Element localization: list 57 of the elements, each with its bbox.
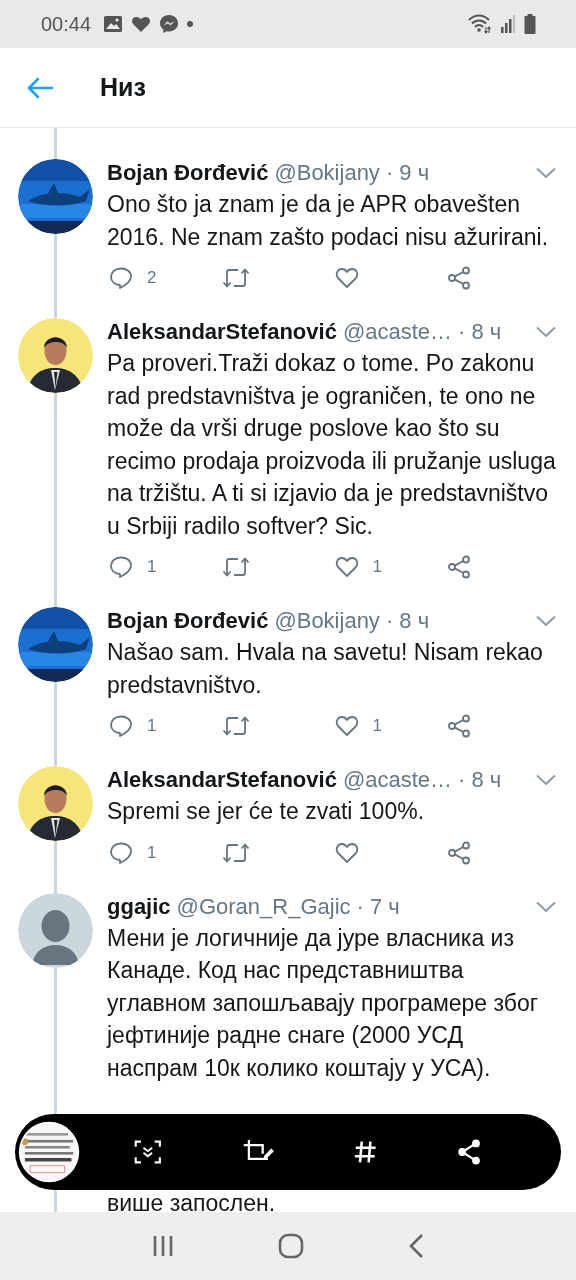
status-time: 00:44 [41,12,92,36]
messenger-icon [159,14,180,34]
author-handle: @Goran_R_Gajic [176,893,351,920]
author-name[interactable]: AleksandarStefanović [107,767,337,793]
tweet-text: Pa proveri.Traži dokaz o tome. Po zakonu rad predstavništva je ograničen, te ono ne može da vrši druge poslove kao što su recimo prodaja proizvoda ili pružanje usluga na tržištu. A ti si izjavio da je predstavništvo u Srbiji radilo softver? Sic. [107,349,557,541]
reply-count: 1 [147,716,157,736]
author-handle: @acaste… [342,319,453,345]
reply-icon[interactable] [109,266,133,290]
tweet-time: · 9 ч [385,160,430,186]
tweet-text: више запослен. [107,1193,277,1212]
author-name[interactable]: Bojan Đorđević [107,160,269,186]
like-count: 1 [372,557,382,577]
author-handle: @acaste… [342,767,453,793]
tweet-text: Мени је логичније да јуре власника из Канаде. Код нас представништва углавном запошљавају програмере због јефтиније радне снаге (2000 УСД наспрам 10к колико коштају у УСА). [107,923,540,1083]
like-icon[interactable] [334,841,359,864]
scroll-capture-icon[interactable] [134,1138,162,1166]
reply-count: 1 [147,557,157,577]
reply-icon[interactable] [109,714,133,738]
notification-dot-icon [187,21,194,27]
tweet-text: Spremi se jer će te zvati 100%. [107,797,426,826]
tweet-time: · 8 ч [458,319,502,345]
author-name[interactable]: Bojan Đorđević [107,608,269,634]
reply-count: 1 [147,842,157,863]
tweet-text: Našao sam. Hvala na savetu! Nisam rekao predstavništvo. [107,638,544,700]
back-button[interactable] [26,75,54,100]
home-button[interactable] [278,1233,304,1259]
author-name[interactable]: AleksandarStefanović [107,319,337,345]
retweet-icon[interactable] [221,556,250,578]
retweet-icon[interactable] [221,841,250,864]
heart-icon [131,15,152,33]
like-count: 1 [372,716,382,736]
author-handle: @Bokijany [274,160,380,186]
signal-icon [500,15,516,33]
retweet-icon[interactable] [221,715,250,737]
tweet-time: · 8 ч [385,608,430,634]
battery-icon [524,14,536,34]
image-icon [103,15,124,33]
chevron-down-icon[interactable] [536,167,556,179]
chevron-down-icon[interactable] [536,326,556,338]
like-icon[interactable] [334,556,359,578]
tweet-time: · 8 ч [458,767,502,793]
chevron-down-icon[interactable] [536,900,556,913]
wifi-icon [468,14,492,34]
chevron-down-icon[interactable] [536,615,556,627]
like-icon[interactable] [334,715,359,737]
like-icon[interactable] [334,267,359,289]
share-icon[interactable] [456,1137,481,1167]
page-title: Низ [100,73,146,102]
reply-icon[interactable] [109,555,133,579]
author-name[interactable]: ggajic [107,893,171,920]
chevron-down-icon[interactable] [536,774,556,786]
tweet-time: · 7 ч [356,893,400,920]
author-handle: @Bokijany [274,608,380,634]
reply-icon[interactable] [109,840,133,865]
tweet-text: Ono što ja znam je da je APR obavešten 2016. Ne znam zašto podaci nisu ažurirani. [107,190,550,252]
retweet-icon[interactable] [221,267,250,289]
reply-count: 2 [147,268,157,288]
